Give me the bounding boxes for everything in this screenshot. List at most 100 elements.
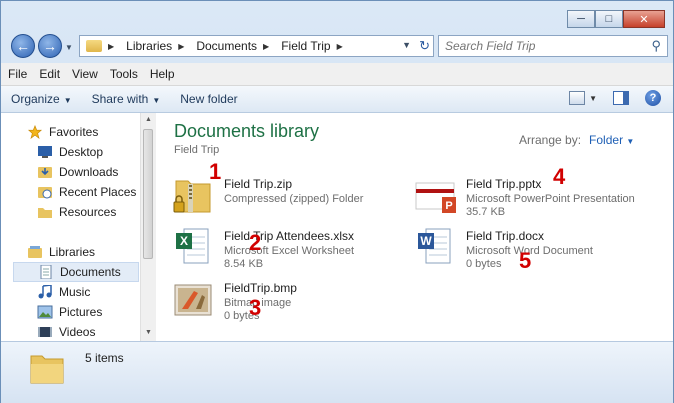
breadcrumb-documents[interactable]: Documents [196,39,257,53]
new-folder-button[interactable]: New folder [180,92,237,106]
nav-videos[interactable]: Videos [37,322,139,342]
chevron-right-icon[interactable]: ▶ [108,42,114,51]
recent-pages-dropdown-icon[interactable]: ▼ [65,43,73,52]
scrollbar-thumb[interactable] [143,129,153,259]
menu-bar: File Edit View Tools Help [1,63,673,86]
minimize-icon: ─ [577,13,585,25]
chevron-right-icon[interactable]: ▶ [178,42,184,51]
breadcrumb-sep: ▶ [108,42,120,51]
nav-recent-places[interactable]: Recent Places [37,182,139,202]
svg-text:P: P [445,200,452,212]
help-icon[interactable]: ? [645,90,661,106]
nav-label: Documents [60,265,121,279]
nav-documents[interactable]: Documents [13,262,139,282]
organize-button[interactable]: Organize ▼ [11,92,72,106]
arrange-value: Folder [589,133,624,147]
nav-scrollbar[interactable]: ▲ ▼ [140,113,156,341]
word-file-icon: W [418,228,451,264]
zip-folder-icon [173,180,211,213]
forward-arrow-icon: → [43,38,57,54]
nav-desktop[interactable]: Desktop [37,142,139,162]
file-item-pptx[interactable]: P Field Trip.pptx Microsoft PowerPoint P… [414,173,664,218]
breadcrumb-sep: ▶ [178,42,190,51]
menu-edit[interactable]: Edit [39,67,60,81]
chevron-right-icon[interactable]: ▶ [337,42,343,51]
nav-resources[interactable]: Resources [37,202,139,222]
nav-music[interactable]: Music [37,282,139,302]
explorer-window: ─ □ ✕ ← → ▼ ▶ Libraries ▶ Documents ▶ Fi… [0,0,674,403]
address-bar[interactable]: ▶ Libraries ▶ Documents ▶ Field Trip ▶ ▼… [79,35,434,57]
breadcrumb-field-trip[interactable]: Field Trip [281,39,330,53]
music-icon [38,285,52,299]
forward-button[interactable]: → [38,34,62,58]
libraries-icon [28,246,42,258]
change-view-icon[interactable] [569,91,586,105]
file-type: Microsoft Excel Worksheet [224,245,355,257]
close-icon: ✕ [639,13,649,26]
address-history-dropdown-icon[interactable]: ▼ [402,40,411,50]
folder-icon [38,208,52,218]
close-button[interactable]: ✕ [623,10,665,28]
powerpoint-file-icon: P [415,182,456,213]
maximize-button[interactable]: □ [595,10,623,28]
breadcrumb-label: Documents [196,39,258,53]
chevron-down-icon: ▼ [63,96,72,105]
menu-view[interactable]: View [72,67,98,81]
marker-number: 3 [249,295,262,320]
details-pane: 5 items [1,341,673,403]
menu-help[interactable]: Help [150,67,175,81]
chevron-down-icon: ▼ [152,96,161,105]
back-button[interactable]: ← [11,34,35,58]
preview-pane-icon[interactable] [613,91,629,105]
file-item-bmp[interactable]: FieldTrip.bmp Bitmap image 0 bytes [172,277,422,322]
share-with-button[interactable]: Share with ▼ [92,92,161,106]
file-item-docx[interactable]: W Field Trip.docx Microsoft Word Documen… [414,225,664,270]
marker-number: 5 [519,248,532,273]
share-with-label: Share with [91,92,149,106]
nav-pictures[interactable]: Pictures [37,302,139,322]
view-controls: ▼ ? [569,90,661,106]
file-item-xlsx[interactable]: X Field Trip Attendees.xlsx Microsoft Ex… [172,225,422,270]
library-subtitle: Field Trip [174,144,220,156]
pictures-icon [37,305,53,319]
scroll-down-icon[interactable]: ▼ [145,329,152,336]
nav-libraries[interactable]: Libraries [27,242,139,262]
breadcrumb-sep: ▶ [337,42,349,51]
arrange-by-dropdown[interactable]: Folder ▼ [589,133,634,147]
minimize-button[interactable]: ─ [567,10,595,28]
chevron-right-icon[interactable]: ▶ [263,42,269,51]
marker-number: 1 [209,159,222,184]
file-type: Microsoft PowerPoint Presentation [466,193,635,205]
organize-label: Organize [11,92,60,106]
videos-icon [38,327,52,337]
search-input[interactable] [439,38,647,54]
file-name: Field Trip Attendees.xlsx [224,229,355,243]
view-options-dropdown-icon[interactable]: ▼ [589,94,597,103]
content-pane: Documents library Field Trip Arrange by:… [156,113,673,341]
refresh-icon[interactable]: ↻ [419,38,430,54]
nav-label: Pictures [59,305,103,319]
back-arrow-icon: ← [16,38,30,54]
nav-favorites[interactable]: Favorites [27,122,139,142]
arrange-label: Arrange by: [519,133,582,147]
menu-file[interactable]: File [8,67,27,81]
item-count: 5 items [85,351,124,365]
nav-label: Resources [59,205,117,219]
file-name: Field Trip.docx [466,229,545,243]
nav-label: Desktop [59,145,104,159]
scroll-up-icon[interactable]: ▲ [145,116,152,123]
marker-number: 4 [553,164,566,189]
search-box[interactable]: ⚲ [438,35,668,57]
nav-label: Videos [59,325,96,339]
nav-label: Recent Places [59,185,137,199]
command-bar: Organize ▼ Share with ▼ New folder ▼ ? [1,86,673,113]
breadcrumb-libraries[interactable]: Libraries [126,39,172,53]
search-icon[interactable]: ⚲ [651,38,661,54]
svg-text:W: W [420,234,432,248]
breadcrumb-sep: ▶ [263,42,275,51]
file-size: 35.7 KB [466,206,506,218]
window-controls: ─ □ ✕ [567,10,665,28]
menu-tools[interactable]: Tools [110,67,138,81]
file-name: FieldTrip.bmp [224,281,297,295]
nav-downloads[interactable]: Downloads [37,162,139,182]
